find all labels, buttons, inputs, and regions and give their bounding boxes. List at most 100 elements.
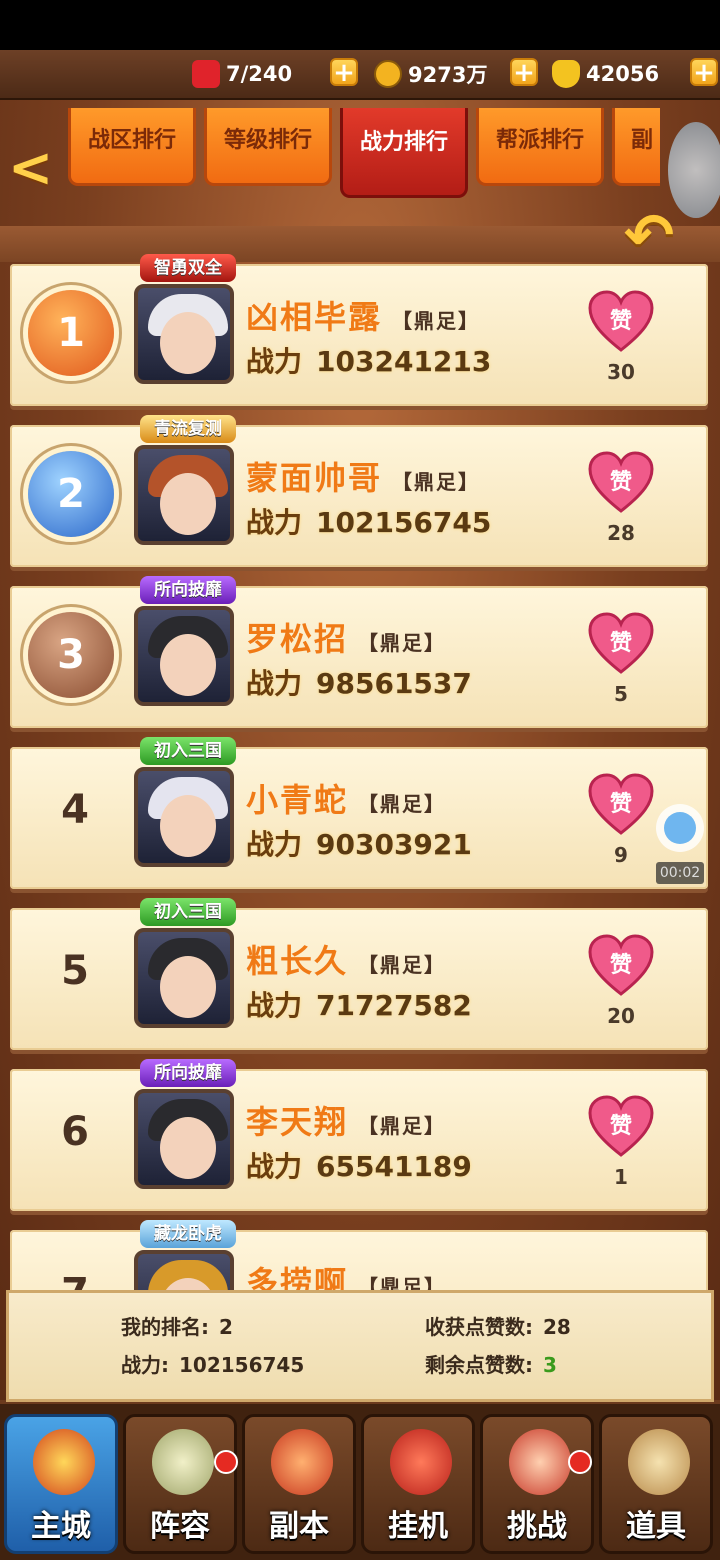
nav-challenge[interactable]: 挑战 — [480, 1414, 594, 1554]
server-tag: 【鼎足】 — [358, 792, 447, 816]
power-line: 战力 71727582 — [246, 989, 472, 1022]
idle-icon — [390, 1429, 452, 1495]
ingot-counter: 42056 — [552, 58, 659, 90]
status-bar — [0, 0, 720, 50]
nav-idle[interactable]: 挂机 — [361, 1414, 475, 1554]
power-line: 战力 98561537 — [246, 667, 472, 700]
server-tag: 【鼎足】 — [392, 470, 481, 494]
rank-number: 6 — [61, 1109, 89, 1155]
nav-formation[interactable]: 阵容 — [123, 1414, 237, 1554]
like-heart-icon[interactable]: 赞 — [588, 451, 654, 513]
ranking-row[interactable]: 6 所向披靡 李天翔 【鼎足】 战力 65541189 赞 1 — [10, 1059, 708, 1211]
title-badge: 所向披靡 — [140, 1059, 236, 1087]
server-tag: 【鼎足】 — [358, 953, 447, 977]
notification-dot — [214, 1450, 238, 1474]
challenge-icon — [509, 1429, 571, 1495]
my-power: 战力: 102156745 — [121, 1353, 305, 1377]
title-badge: 藏龙卧虎 — [140, 1220, 236, 1248]
player-name: 蒙面帅哥 【鼎足】 — [246, 459, 481, 497]
title-badge: 所向披靡 — [140, 576, 236, 604]
ranking-row[interactable]: 5 初入三国 粗长久 【鼎足】 战力 71727582 赞 20 — [10, 898, 708, 1050]
tab-level-ranking[interactable]: 等级排行 — [204, 108, 332, 186]
like-heart-icon[interactable]: 赞 — [588, 934, 654, 996]
nav-items[interactable]: 道具 — [599, 1414, 713, 1554]
notification-dot — [568, 1450, 592, 1474]
remaining-likes: 剩余点赞数: 3 — [425, 1353, 557, 1377]
avatar[interactable] — [134, 767, 234, 867]
like-heart-icon[interactable]: 赞 — [588, 773, 654, 835]
received-likes: 收获点赞数: 28 — [425, 1315, 571, 1339]
stamina-counter: 7/240 — [192, 58, 292, 90]
palace-icon — [33, 1429, 95, 1495]
title-badge: 青流复测 — [140, 415, 236, 443]
ranking-row[interactable]: 4 初入三国 小青蛇 【鼎足】 战力 90303921 赞 9 — [10, 737, 708, 889]
silver-medal-icon: 2 — [28, 451, 114, 537]
power-line: 战力 102156745 — [246, 506, 492, 539]
like-heart-icon[interactable]: 赞 — [588, 1095, 654, 1157]
add-stamina-button[interactable]: + — [330, 58, 358, 86]
gold-medal-icon: 1 — [28, 290, 114, 376]
avatar[interactable] — [134, 445, 234, 545]
player-name: 凶相毕露 【鼎足】 — [246, 298, 481, 336]
power-line: 战力 103241213 — [246, 345, 492, 378]
gold-ingot-icon — [552, 60, 580, 88]
like-count: 20 — [607, 1004, 635, 1028]
back-icon[interactable]: ↶ — [624, 206, 696, 266]
add-ingot-button[interactable]: + — [690, 58, 718, 86]
tab-dungeon-ranking[interactable]: 副 — [612, 108, 660, 186]
items-icon — [628, 1429, 690, 1495]
bronze-medal-icon: 3 — [28, 612, 114, 698]
like-count: 9 — [614, 843, 628, 867]
record-timer: 00:02 — [656, 862, 704, 884]
player-name: 小青蛇 【鼎足】 — [246, 781, 447, 819]
stamina-icon — [192, 60, 220, 88]
power-value: 98561537 — [316, 667, 472, 700]
ingot-value: 42056 — [586, 62, 660, 86]
tab-guild-ranking[interactable]: 帮派排行 — [476, 108, 604, 186]
power-line: 战力 65541189 — [246, 1150, 472, 1183]
tab-scroll-right-icon[interactable] — [668, 122, 720, 218]
my-rank: 我的排名: 2 — [121, 1315, 233, 1339]
power-value: 71727582 — [316, 989, 472, 1022]
avatar[interactable] — [134, 1089, 234, 1189]
avatar[interactable] — [134, 928, 234, 1028]
coin-counter: 9273万 — [374, 58, 487, 90]
power-value: 102156745 — [316, 506, 492, 539]
svg-text:赞: 赞 — [609, 1114, 632, 1139]
nav-main-city[interactable]: 主城 — [4, 1414, 118, 1554]
ranking-row[interactable]: 2 青流复测 蒙面帅哥 【鼎足】 战力 102156745 赞 28 — [10, 415, 708, 567]
ranking-row[interactable]: 1 智勇双全 凶相毕露 【鼎足】 战力 103241213 赞 30 — [10, 254, 708, 406]
server-tag: 【鼎足】 — [358, 631, 447, 655]
dungeon-icon — [271, 1429, 333, 1495]
title-badge: 初入三国 — [140, 737, 236, 765]
power-value: 65541189 — [316, 1150, 472, 1183]
like-heart-icon[interactable]: 赞 — [588, 290, 654, 352]
ranking-tabs: 战区排行 等级排行 战力排行 帮派排行 副 — [60, 108, 660, 198]
rank-number: 5 — [61, 948, 89, 994]
title-badge: 初入三国 — [140, 898, 236, 926]
server-tag: 【鼎足】 — [358, 1114, 447, 1138]
record-indicator-icon[interactable] — [656, 804, 704, 852]
tab-power-ranking[interactable]: 战力排行 — [340, 108, 468, 198]
avatar[interactable] — [134, 606, 234, 706]
nav-dungeon[interactable]: 副本 — [242, 1414, 356, 1554]
like-count: 30 — [607, 360, 635, 384]
like-count: 5 — [614, 682, 628, 706]
ranking-row[interactable]: 3 所向披靡 罗松招 【鼎足】 战力 98561537 赞 5 — [10, 576, 708, 728]
avatar[interactable] — [134, 284, 234, 384]
like-heart-icon[interactable]: 赞 — [588, 612, 654, 674]
add-coin-button[interactable]: + — [510, 58, 538, 86]
coin-value: 9273万 — [408, 63, 488, 87]
power-value: 103241213 — [316, 345, 492, 378]
svg-text:赞: 赞 — [609, 792, 632, 817]
tab-scroll-left-icon[interactable]: < — [8, 138, 56, 198]
coin-icon — [374, 60, 402, 88]
resource-bar: 7/240 + 9273万 + 42056 + — [0, 50, 720, 100]
player-name: 李天翔 【鼎足】 — [246, 1103, 447, 1141]
tab-zone-ranking[interactable]: 战区排行 — [68, 108, 196, 186]
svg-text:赞: 赞 — [609, 631, 632, 656]
player-name: 罗松招 【鼎足】 — [246, 620, 447, 658]
power-line: 战力 90303921 — [246, 828, 472, 861]
my-ranking-panel: 我的排名: 2 战力: 102156745 收获点赞数: 28 剩余点赞数: 3 — [6, 1290, 714, 1402]
server-tag: 【鼎足】 — [392, 309, 481, 333]
